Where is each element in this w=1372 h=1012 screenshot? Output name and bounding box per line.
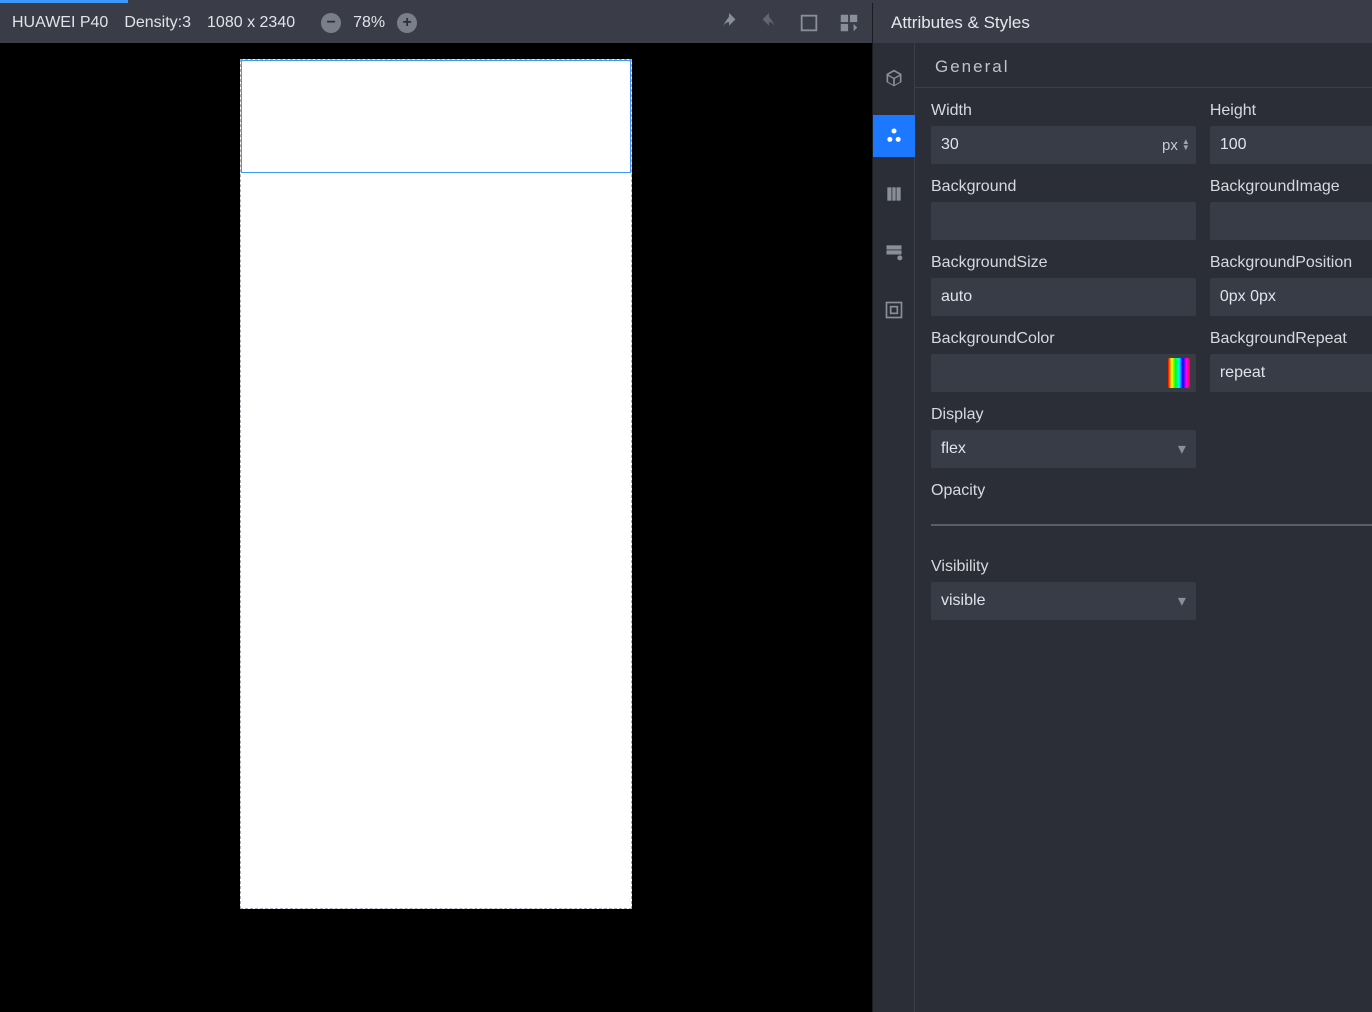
width-label: Width: [931, 102, 1196, 120]
field-backgroundposition: BackgroundPosition: [1210, 254, 1372, 316]
redo-icon[interactable]: [758, 12, 780, 34]
color-picker-icon[interactable]: [1168, 358, 1190, 388]
field-visibility: Visibility visible ▾: [931, 558, 1196, 620]
resolution-label: 1080 x 2340: [207, 14, 295, 32]
zoom-in-button[interactable]: +: [397, 13, 417, 33]
background-input[interactable]: [931, 202, 1196, 240]
toolbar-right-group: [718, 12, 860, 34]
height-value[interactable]: [1210, 126, 1372, 164]
chevron-down-icon: ▾: [1178, 591, 1186, 611]
selected-element[interactable]: [241, 60, 631, 173]
height-input[interactable]: px ▲▼: [1210, 126, 1372, 164]
backgroundrepeat-value: repeat: [1220, 364, 1265, 382]
opacity-control: ▲▼: [931, 506, 1372, 544]
backgroundimage-input[interactable]: [1210, 202, 1372, 240]
field-backgroundrepeat: BackgroundRepeat repeat ▾: [1210, 330, 1372, 392]
visibility-value: visible: [941, 592, 985, 610]
field-background: Background: [931, 178, 1196, 240]
backgroundrepeat-label: BackgroundRepeat: [1210, 330, 1372, 348]
opacity-label: Opacity: [931, 482, 1372, 500]
backgroundsize-label: BackgroundSize: [931, 254, 1196, 272]
width-value[interactable]: [931, 126, 1158, 164]
tab-database-icon[interactable]: [873, 231, 915, 273]
backgroundimage-label: BackgroundImage: [1210, 178, 1372, 196]
panel-body: General Width px ▲▼ Height: [873, 43, 1372, 1012]
chevron-down-icon: ▾: [1178, 439, 1186, 459]
display-value: flex: [941, 440, 966, 458]
display-label: Display: [931, 406, 1196, 424]
display-select[interactable]: flex ▾: [931, 430, 1196, 468]
background-label: Background: [931, 178, 1196, 196]
field-display: Display flex ▾: [931, 406, 1196, 468]
width-stepper[interactable]: ▲▼: [1182, 126, 1196, 164]
density-label: Density:3: [124, 14, 191, 32]
spacer-cell: [1210, 406, 1372, 468]
field-width: Width px ▲▼: [931, 102, 1196, 164]
backgroundcolor-label: BackgroundColor: [931, 330, 1196, 348]
opacity-slider[interactable]: [931, 524, 1372, 526]
rectangle-icon[interactable]: [798, 12, 820, 34]
canvas-area: HUAWEI P40 Density:3 1080 x 2340 − 78% +: [0, 3, 872, 1012]
field-backgroundsize: BackgroundSize: [931, 254, 1196, 316]
panel-title: Attributes & Styles: [873, 3, 1372, 43]
tab-boxmodel-icon[interactable]: [873, 289, 915, 331]
field-opacity: Opacity ▲▼: [931, 482, 1372, 544]
zoom-level: 78%: [353, 14, 385, 32]
field-backgroundcolor: BackgroundColor: [931, 330, 1196, 392]
device-frame[interactable]: [240, 59, 632, 909]
form-grid: Width px ▲▼ Height px ▲▼: [915, 88, 1372, 650]
panel-tool-strip: [873, 43, 915, 1012]
attributes-panel: Attributes & Styles: [872, 3, 1372, 1012]
backgroundposition-input[interactable]: [1210, 278, 1372, 316]
canvas-toolbar: HUAWEI P40 Density:3 1080 x 2340 − 78% +: [0, 3, 872, 43]
section-general: General: [915, 43, 1372, 88]
zoom-out-button[interactable]: −: [321, 13, 341, 33]
visibility-select[interactable]: visible ▾: [931, 582, 1196, 620]
layout-tool-icon[interactable]: [838, 12, 860, 34]
width-unit[interactable]: px: [1158, 126, 1182, 164]
zoom-controls: − 78% +: [321, 13, 417, 33]
device-name: HUAWEI P40: [12, 14, 108, 32]
main-layout: HUAWEI P40 Density:3 1080 x 2340 − 78% +: [0, 3, 1372, 1012]
tab-cube-icon[interactable]: [873, 57, 915, 99]
tab-columns-icon[interactable]: [873, 173, 915, 215]
field-backgroundimage: BackgroundImage: [1210, 178, 1372, 240]
visibility-label: Visibility: [931, 558, 1196, 576]
field-height: Height px ▲▼: [1210, 102, 1372, 164]
backgroundposition-label: BackgroundPosition: [1210, 254, 1372, 272]
undo-icon[interactable]: [718, 12, 740, 34]
width-input[interactable]: px ▲▼: [931, 126, 1196, 164]
canvas-viewport[interactable]: [0, 43, 872, 1012]
height-label: Height: [1210, 102, 1372, 120]
backgroundcolor-input[interactable]: [931, 354, 1196, 392]
backgroundsize-input[interactable]: [931, 278, 1196, 316]
tab-styles-icon[interactable]: [873, 115, 915, 157]
attributes-scroll[interactable]: General Width px ▲▼ Height: [915, 43, 1372, 1012]
backgroundrepeat-select[interactable]: repeat ▾: [1210, 354, 1372, 392]
